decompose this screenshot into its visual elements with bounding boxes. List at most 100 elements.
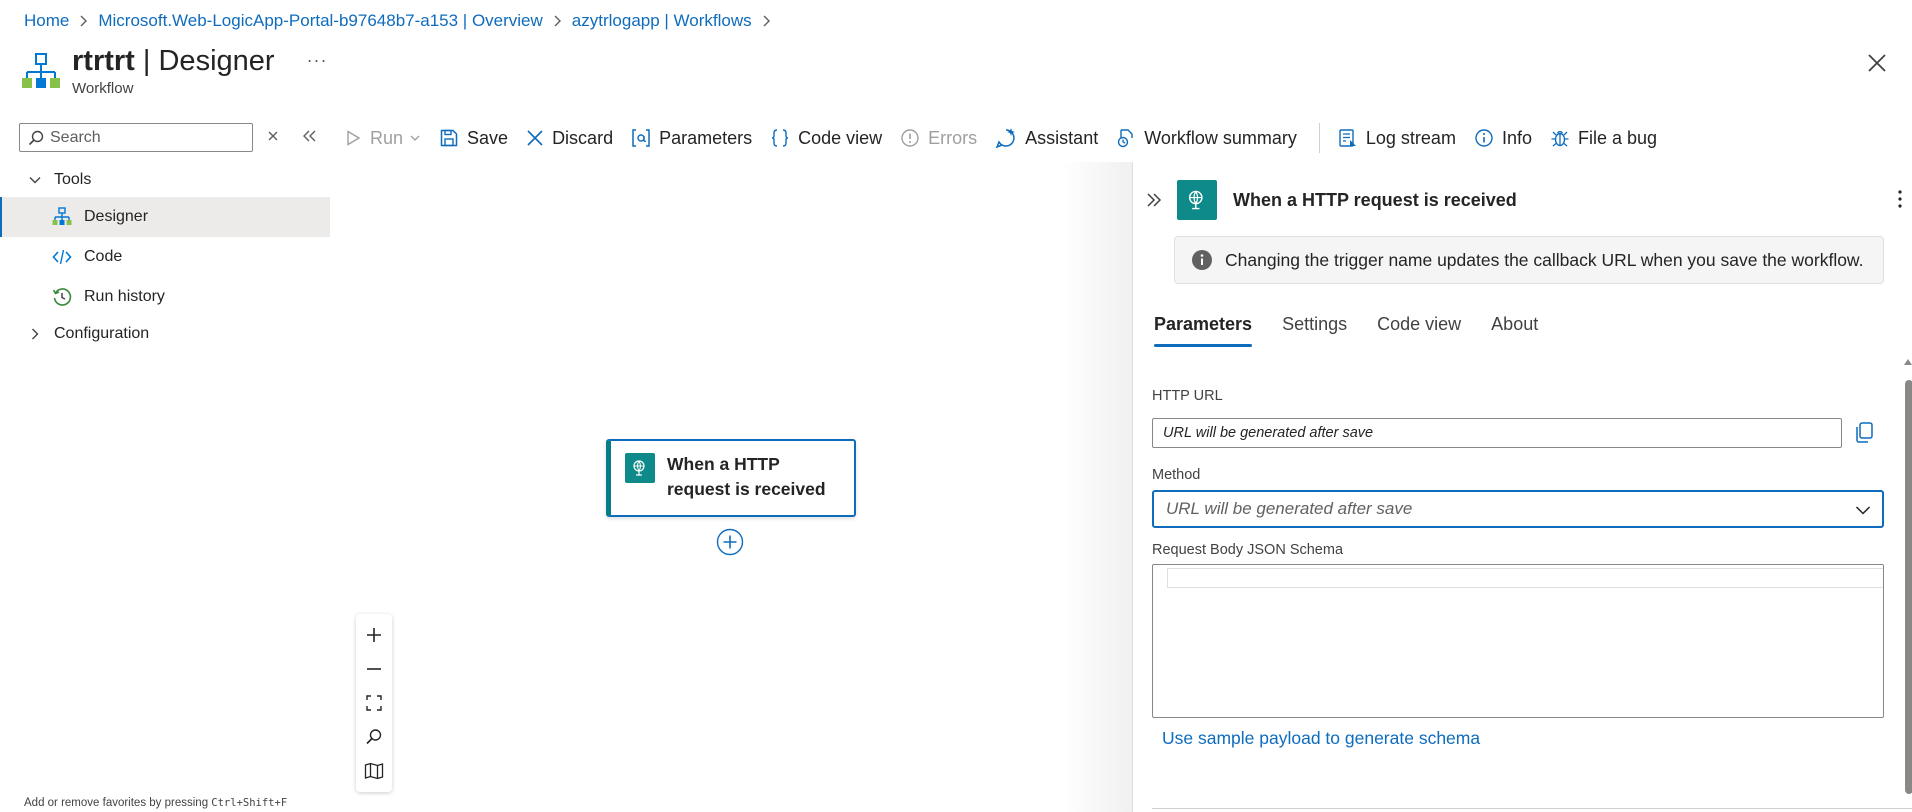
search-box (19, 123, 253, 152)
sidebar-item-run-history[interactable]: Run history (0, 277, 330, 317)
method-dropdown[interactable]: URL will be generated after save (1152, 490, 1884, 528)
zoom-controls (356, 614, 392, 792)
sidebar-item-code[interactable]: Code (0, 237, 330, 277)
more-vertical-icon[interactable] (1897, 188, 1903, 210)
editor-current-line (1167, 568, 1883, 588)
chevron-right-icon (553, 14, 562, 28)
panel-title[interactable]: When a HTTP request is received (1233, 190, 1517, 211)
toolbar: Run Save Discard Parameters Code view Er… (344, 123, 1675, 153)
favorites-hint: Add or remove favorites by pressing Ctrl… (24, 797, 288, 809)
tab-code-view[interactable]: Code view (1377, 314, 1461, 347)
schema-label: Request Body JSON Schema (1152, 542, 1344, 558)
clear-search-icon[interactable] (264, 127, 282, 145)
error-icon (901, 129, 919, 147)
nav-group-label: Configuration (54, 325, 150, 342)
nav-group-configuration[interactable]: Configuration (0, 317, 330, 351)
sidebar-nav: Tools Designer Code Run history Configur… (0, 163, 330, 351)
panel-scrollbar[interactable] (1905, 380, 1912, 794)
save-icon (440, 129, 458, 147)
save-button[interactable]: Save (439, 128, 508, 149)
search-input[interactable] (50, 128, 240, 147)
assistant-icon (995, 128, 1016, 149)
divider (1152, 808, 1912, 809)
trigger-node-title: When a HTTP request is received (667, 454, 826, 499)
info-message-bar: Changing the trigger name updates the ca… (1174, 236, 1884, 284)
run-button[interactable]: Run (344, 128, 421, 149)
play-icon (347, 130, 361, 146)
canvas-edge-shadow (1060, 162, 1132, 812)
file-bug-button[interactable]: File a bug (1550, 128, 1657, 149)
discard-button[interactable]: Discard (526, 128, 613, 149)
errors-button[interactable]: Errors (900, 128, 977, 149)
code-view-button[interactable]: Code view (770, 128, 882, 149)
chevron-right-icon (79, 14, 88, 28)
tab-about[interactable]: About (1491, 314, 1538, 347)
info-button[interactable]: Info (1474, 128, 1532, 149)
workflow-icon (22, 53, 60, 88)
parameters-button[interactable]: Parameters (631, 128, 752, 149)
page-title: rtrtrt | Designer (72, 45, 275, 77)
expand-panel-icon[interactable] (1143, 189, 1165, 211)
designer-icon (52, 207, 72, 225)
add-step-icon[interactable] (716, 528, 744, 556)
close-icon[interactable] (1866, 52, 1888, 74)
log-stream-icon (1339, 129, 1356, 147)
page-header: rtrtrt | Designer Workflow ··· (22, 44, 328, 104)
method-label: Method (1152, 467, 1201, 483)
sidebar-item-label: Designer (84, 208, 149, 225)
minimap-icon[interactable] (362, 759, 386, 783)
parameters-icon (632, 129, 650, 147)
breadcrumb-home[interactable]: Home (24, 11, 69, 31)
sidebar-item-label: Run history (84, 288, 165, 305)
discard-icon (527, 130, 543, 146)
workflow-summary-button[interactable]: Workflow summary (1116, 128, 1297, 149)
chevron-right-icon (762, 14, 771, 28)
search-icon (28, 130, 44, 145)
toolbar-divider (1318, 123, 1320, 153)
http-url-field[interactable]: URL will be generated after save (1152, 418, 1842, 448)
tab-settings[interactable]: Settings (1282, 314, 1347, 347)
chevron-down-icon (29, 177, 41, 184)
panel-tabs: Parameters Settings Code view About (1154, 314, 1568, 347)
scroll-up-icon[interactable] (1904, 358, 1912, 366)
sample-payload-link[interactable]: Use sample payload to generate schema (1162, 728, 1480, 749)
history-icon (52, 288, 72, 306)
nav-group-label: Tools (54, 171, 92, 188)
chevron-down-icon (410, 135, 420, 141)
sidebar-item-designer[interactable]: Designer (0, 197, 330, 237)
log-stream-button[interactable]: Log stream (1338, 128, 1456, 149)
zoom-in-icon[interactable] (362, 623, 386, 647)
schema-editor[interactable] (1152, 564, 1884, 718)
breadcrumb-overview[interactable]: Microsoft.Web-LogicApp-Portal-b97648b7-a… (98, 11, 542, 31)
assistant-button[interactable]: Assistant (995, 127, 1098, 149)
chevron-down-icon (1855, 506, 1871, 515)
more-options-button[interactable]: ··· (307, 50, 328, 71)
code-icon (52, 249, 72, 265)
braces-icon (772, 129, 789, 147)
sidebar-item-label: Code (84, 248, 123, 265)
panel-header: When a HTTP request is received (1143, 180, 1903, 220)
breadcrumb-workflows[interactable]: azytrlogapp | Workflows (572, 11, 752, 31)
tab-parameters[interactable]: Parameters (1154, 314, 1253, 347)
method-value: URL will be generated after save (1166, 499, 1413, 518)
summary-icon (1118, 129, 1133, 148)
favorites-shortcut: Ctrl+Shift+F (211, 797, 288, 809)
info-icon (1475, 129, 1493, 147)
http-request-icon (1177, 180, 1217, 220)
http-request-icon (625, 453, 655, 483)
info-message-text: Changing the trigger name updates the ca… (1225, 249, 1864, 270)
breadcrumb: Home Microsoft.Web-LogicApp-Portal-b9764… (24, 10, 781, 32)
trigger-node-http-request[interactable]: When a HTTP request is received (606, 439, 856, 517)
nav-group-tools[interactable]: Tools (0, 163, 330, 197)
fit-view-icon[interactable] (362, 691, 386, 715)
collapse-sidebar-icon[interactable] (300, 127, 320, 145)
http-url-label: HTTP URL (1152, 388, 1223, 404)
details-panel: When a HTTP request is received Changing… (1132, 162, 1912, 812)
bug-icon (1551, 130, 1569, 147)
page-subtitle: Workflow (72, 80, 134, 97)
zoom-out-icon[interactable] (362, 657, 386, 681)
chevron-right-icon (32, 328, 39, 340)
copy-icon[interactable] (1853, 421, 1875, 445)
search-canvas-icon[interactable] (362, 725, 386, 749)
info-filled-icon (1192, 250, 1212, 270)
